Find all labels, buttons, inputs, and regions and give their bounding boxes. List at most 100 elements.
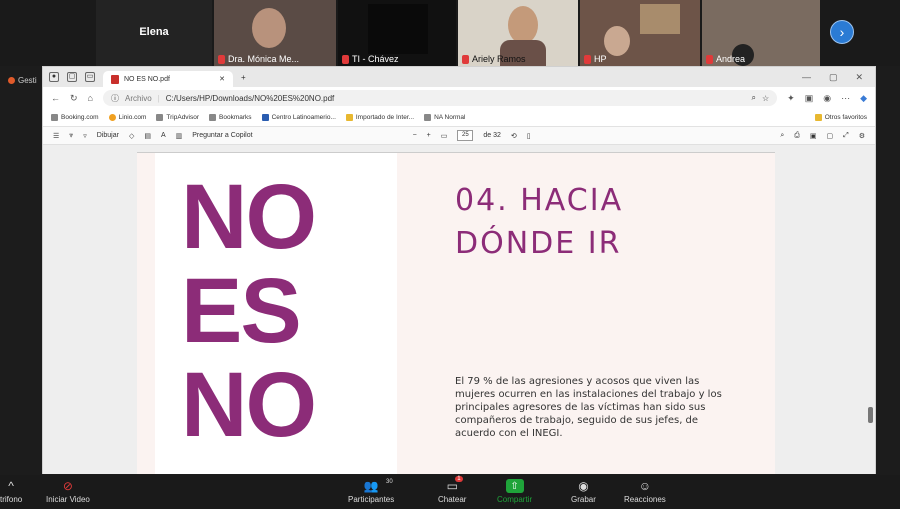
pdf-file-icon (111, 74, 119, 84)
record-icon: ◉ (578, 479, 589, 493)
bookmark-item[interactable]: TripAdvisor (156, 114, 199, 121)
close-tab-icon[interactable]: ✕ (219, 75, 225, 83)
extensions-icon[interactable]: ✦ (787, 93, 795, 104)
settings-gear-icon[interactable]: ⚙ (859, 132, 865, 140)
app-dot-icon (8, 77, 15, 84)
mic-muted-icon (218, 54, 225, 64)
participants-count: 30 (386, 479, 393, 485)
text-box-icon[interactable]: ▤ (144, 132, 151, 140)
tab-title: NO ES NO.pdf (124, 75, 170, 83)
more-menu-icon[interactable]: ⋯ (841, 93, 850, 104)
eraser-icon[interactable]: ◇ (129, 132, 134, 140)
draw-icon[interactable]: ▿ (83, 132, 87, 140)
bookmark-item[interactable]: Linio.com (108, 114, 146, 121)
mic-muted-icon (584, 54, 591, 64)
participant-tile-andrea[interactable]: Andrea (702, 0, 820, 66)
save-icon[interactable]: ▣ (810, 132, 817, 140)
reactions-button[interactable]: ☺ Reacciones (624, 479, 666, 504)
contents-icon[interactable]: ☰ (53, 132, 59, 140)
side-app-label: Gesti (8, 76, 37, 85)
tab-pdf[interactable]: NO ES NO.pdf ✕ (103, 71, 233, 87)
heading-line: 04. HACIA (455, 183, 624, 218)
zoom-out-icon[interactable]: − (413, 132, 417, 139)
participant-name: Elena (139, 26, 169, 38)
address-prefix: Archivo (124, 93, 152, 103)
chat-button[interactable]: ▭ 1 Chatear (438, 476, 466, 504)
zoom-in-icon[interactable]: + (427, 132, 431, 139)
favorite-star-icon[interactable]: ☆ (762, 94, 769, 103)
address-bar[interactable]: ⓘ Archivo | C:/Users/HP/Downloads/NO%20E… (102, 90, 778, 106)
bookmark-item[interactable]: Bookmarks (209, 114, 252, 121)
audio-button[interactable]: ^ trifono (0, 479, 22, 504)
record-label: Grabar (571, 495, 596, 504)
participant-tile-monica[interactable]: Dra. Mónica Me... (214, 0, 336, 66)
account-icon[interactable]: ◉ (823, 93, 831, 104)
participants-icon: 👥 (363, 479, 379, 493)
collections-icon[interactable]: ▣ (805, 93, 814, 104)
new-tab-button[interactable]: + (241, 73, 246, 82)
participant-tile-elena[interactable]: Elena (96, 0, 212, 66)
refresh-icon[interactable]: ↻ (70, 93, 78, 104)
fullscreen-icon[interactable]: ⤢ (843, 132, 849, 140)
share-screen-icon: ⇧ (505, 479, 524, 493)
statistic-paragraph: El 79 % de las agresiones y acosos que v… (455, 376, 722, 439)
pdf-viewer[interactable]: NO ES NO 04. HACIA DÓNDE IR El 79 % de l… (43, 145, 875, 474)
maximize-icon[interactable]: ▢ (829, 72, 838, 83)
participant-tile-hp[interactable]: HP (580, 0, 700, 66)
chevron-right-icon: › (839, 24, 845, 40)
other-bookmarks-folder[interactable]: Otros favoritos (814, 114, 867, 121)
caret-up-icon: ^ (8, 479, 14, 493)
filter-icon[interactable]: ⩔ (69, 132, 73, 140)
address-text: C:/Users/HP/Downloads/NO%20ES%20NO.pdf (165, 93, 335, 103)
search-icon[interactable]: ⌕ (752, 93, 756, 103)
ask-copilot-button[interactable]: Preguntar a Copilot (192, 132, 252, 139)
read-aloud-icon[interactable]: A (161, 132, 166, 139)
page-view-icon[interactable]: ▯ (527, 132, 531, 140)
side-label-text: Gesti (18, 76, 37, 85)
previous-page-edge (137, 145, 775, 153)
save-as-icon[interactable]: ▢ (826, 132, 833, 140)
next-participants-button[interactable]: › (830, 20, 854, 44)
chat-icon: ▭ 1 (446, 476, 463, 493)
start-video-button[interactable]: ⊘ Iniciar Video (46, 479, 90, 504)
heading-line: DÓNDE IR (455, 226, 622, 261)
scrollbar-thumb[interactable] (868, 407, 873, 423)
participant-name: Ariely Ramos (472, 54, 526, 64)
poster-word: NO (181, 354, 317, 456)
search-pdf-icon[interactable]: ⌕ (780, 132, 784, 140)
poster-word: ES (181, 260, 302, 362)
page-number-input[interactable]: 25 (457, 130, 474, 141)
share-screen-button[interactable]: ⇧ Compartir (497, 479, 532, 504)
minimize-icon[interactable]: — (802, 72, 811, 83)
share-label: Compartir (497, 495, 533, 504)
home-icon[interactable]: ⌂ (88, 93, 93, 103)
bookmarks-bar: Booking.com Linio.com TripAdvisor Bookma… (43, 109, 875, 127)
draw-button[interactable]: Dibujar (97, 132, 119, 139)
fit-page-icon[interactable]: ▭ (441, 132, 448, 140)
pdf-toolbar: ☰ ⩔ ▿ Dibujar ◇ ▤ A ▥ Preguntar a Copilo… (43, 127, 875, 145)
participant-name: Andrea (716, 54, 746, 64)
bookmark-item[interactable]: Booking.com (51, 114, 99, 121)
tab-actions-icon[interactable]: ▭ (85, 72, 95, 82)
meeting-controls-bar: ^ trifono ⊘ Iniciar Video 👥 Participante… (0, 475, 900, 509)
bookmark-folder[interactable]: Importado de Inter... (345, 114, 414, 121)
close-window-icon[interactable]: ✕ (855, 72, 863, 83)
browser-window: ● ▢ ▭ NO ES NO.pdf ✕ + — ▢ ✕ ← ↻ ⌂ ⓘ Arc… (42, 66, 876, 474)
mic-muted-icon (342, 54, 349, 64)
bookmark-item[interactable]: NA Normal (424, 114, 466, 121)
print-icon[interactable]: ⎙ (794, 132, 800, 140)
record-button[interactable]: ◉ Grabar (571, 479, 596, 504)
profile-icon[interactable]: ● (49, 72, 59, 82)
participant-tile-chavez[interactable]: TI - Chávez (338, 0, 456, 66)
mic-muted-icon (706, 54, 713, 64)
immersive-icon[interactable]: ▥ (176, 132, 183, 140)
participant-tile-ariely[interactable]: Ariely Ramos (458, 0, 578, 66)
workspaces-icon[interactable]: ▢ (67, 72, 77, 82)
section-heading: 04. HACIA DÓNDE IR (455, 179, 623, 265)
tab-bar: ● ▢ ▭ NO ES NO.pdf ✕ + — ▢ ✕ (43, 67, 875, 87)
bookmark-item[interactable]: Centro Latinoamerio... (261, 114, 336, 121)
back-icon[interactable]: ← (51, 93, 60, 103)
reactions-icon: ☺ (638, 479, 652, 493)
rotate-icon[interactable]: ⟲ (511, 132, 517, 140)
copilot-icon[interactable]: ◆ (860, 93, 867, 104)
